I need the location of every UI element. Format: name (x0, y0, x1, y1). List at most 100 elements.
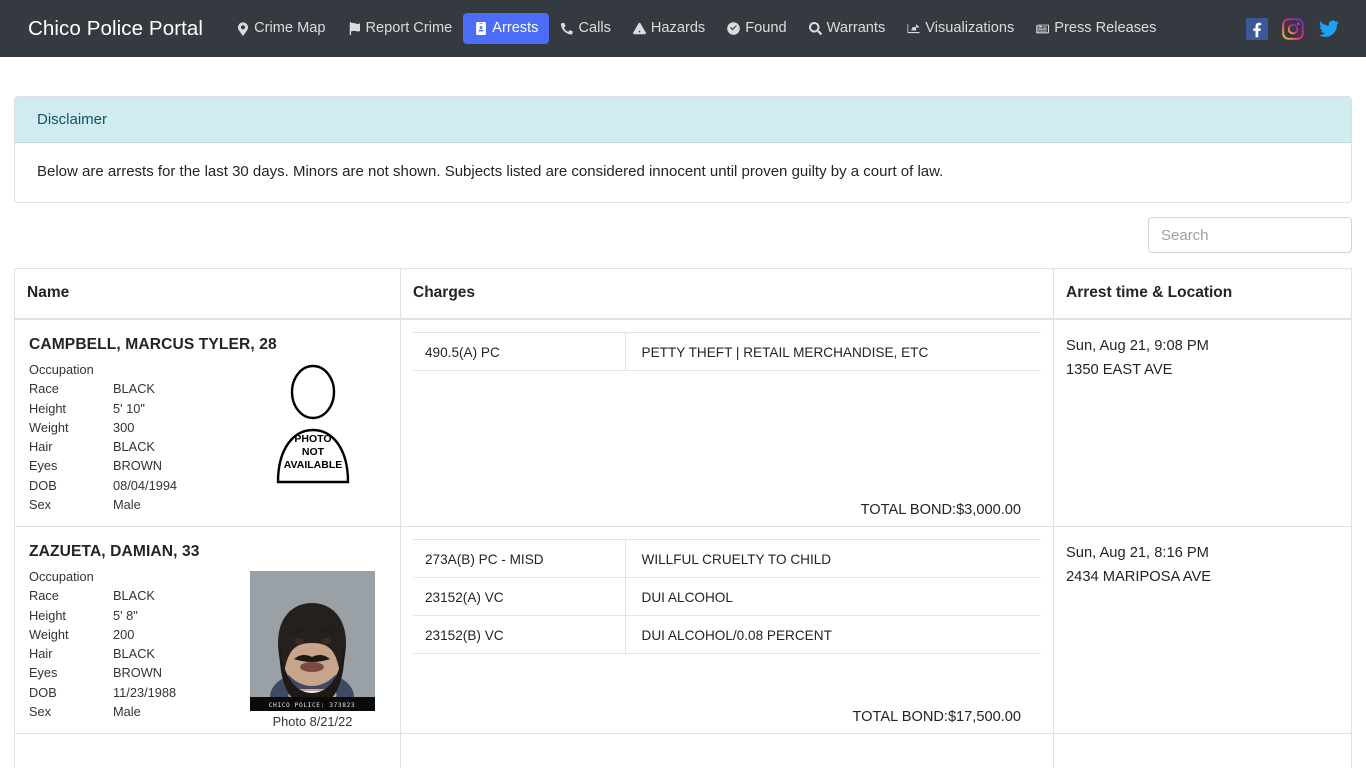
table-row: CAMPBELL, MARCUS TYLER, 28 Occupation Ra… (14, 318, 1352, 527)
charges-table: 490.5(A) PC PETTY THEFT | RETAIL MERCHAN… (413, 332, 1041, 371)
person-name[interactable]: ZAZUETA, DAMIAN, 33 (29, 543, 388, 561)
attr-label-weight: Weight (29, 419, 69, 435)
photo-not-available-placeholder: PHOTONOTAVAILABLE (276, 364, 349, 484)
attr-label-eyes: Eyes (29, 458, 58, 474)
search-icon (808, 22, 822, 36)
page-container: Disclaimer Below are arrests for the las… (0, 96, 1366, 768)
newspaper-icon (1036, 22, 1050, 36)
total-bond: TOTAL BOND:$3,000.00 (860, 502, 1021, 518)
charge-row: 490.5(A) PC PETTY THEFT | RETAIL MERCHAN… (413, 332, 1041, 371)
chart-icon (907, 22, 920, 36)
nav-label: Warrants (826, 19, 886, 36)
brand-title[interactable]: Chico Police Portal (24, 15, 207, 43)
attr-value-sex: Male (113, 497, 141, 513)
attr-label-hair: Hair (29, 439, 53, 455)
top-navbar: Chico Police Portal Crime Map Report Cri… (0, 0, 1366, 57)
facebook-icon[interactable] (1246, 17, 1268, 40)
attr-label-race: Race (29, 588, 59, 604)
instagram-icon[interactable] (1282, 17, 1304, 40)
arrest-time: Sun, Aug 21, 9:08 PM (1066, 338, 1209, 354)
column-header-arrest[interactable]: Arrest time & Location (1053, 268, 1352, 320)
nav-item-warrants[interactable]: Warrants (798, 13, 897, 45)
mugshot-photo[interactable]: CHICO POLICE: 373823 (250, 571, 375, 711)
attr-label-hair: Hair (29, 646, 53, 662)
search-input[interactable] (1148, 217, 1352, 253)
charges-table: 273A(B) PC - MISD WILLFUL CRUELTY TO CHI… (413, 539, 1041, 654)
table-header-row: Name Charges Arrest time & Location (14, 268, 1352, 320)
column-header-charges[interactable]: Charges (400, 268, 1054, 320)
total-bond: TOTAL BOND:$17,500.00 (852, 709, 1021, 725)
charge-code: 490.5(A) PC (413, 332, 626, 371)
attr-label-sex: Sex (29, 497, 52, 513)
map-pin-icon (236, 21, 249, 36)
disclaimer-card: Disclaimer Below are arrests for the las… (14, 96, 1352, 203)
social-links (1246, 17, 1350, 40)
charge-row: 23152(B) VC DUI ALCOHOL/0.08 PERCENT (413, 615, 1041, 654)
cell-arrest-info: Sun, Aug 21, 8:16 PM 2434 MARIPOSA AVE (1053, 526, 1352, 734)
nav-item-hazards[interactable]: Hazards (622, 13, 716, 45)
charge-description: PETTY THEFT | RETAIL MERCHANDISE, ETC (625, 332, 1041, 371)
attr-label-dob: DOB (29, 477, 57, 493)
nav-label: Report Crime (365, 19, 453, 36)
nav-links: Crime Map Report Crime Arrests Calls Haz (225, 12, 1246, 45)
person-name[interactable]: CAMPBELL, MARCUS TYLER, 28 (29, 336, 388, 354)
svg-text:PHOTO: PHOTO (294, 433, 331, 445)
svg-text:AVAILABLE: AVAILABLE (283, 459, 342, 471)
attr-label-weight: Weight (29, 626, 69, 642)
phone-icon (560, 22, 573, 36)
photo-caption: Photo 8/21/22 (272, 714, 353, 729)
cell-charges (400, 733, 1054, 768)
nav-label: Visualizations (925, 19, 1015, 36)
nav-item-report-crime[interactable]: Report Crime (336, 13, 463, 45)
nav-label: Arrests (492, 19, 539, 36)
charge-description: DUI ALCOHOL/0.08 PERCENT (625, 615, 1041, 654)
id-badge-icon (474, 22, 487, 36)
warning-triangle-icon (632, 22, 646, 36)
attr-label-dob: DOB (29, 684, 57, 700)
attr-label-height: Height (29, 400, 66, 416)
nav-label: Press Releases (1054, 19, 1157, 36)
disclaimer-title: Disclaimer (15, 97, 1351, 143)
cell-arrest-info: Sun, Aug 21, 9:08 PM 1350 EAST AVE (1053, 318, 1352, 527)
charge-code: 23152(A) VC (413, 577, 626, 616)
photo-box: PHOTO NOT AVAILABLE (250, 364, 375, 484)
svg-text:NOT: NOT (301, 446, 324, 458)
search-row (14, 217, 1352, 253)
cell-charges: 490.5(A) PC PETTY THEFT | RETAIL MERCHAN… (400, 318, 1054, 527)
cell-person (14, 733, 401, 768)
attr-label-occupation: Occupation (29, 362, 94, 377)
cell-person: CAMPBELL, MARCUS TYLER, 28 Occupation Ra… (14, 318, 401, 527)
photo-box: CHICO POLICE: 373823 Photo 8/21/22 (250, 571, 375, 729)
nav-item-crime-map[interactable]: Crime Map (225, 13, 336, 45)
arrest-location: 1350 EAST AVE (1066, 362, 1173, 378)
cell-person: ZAZUETA, DAMIAN, 33 Occupation Race BLAC… (14, 526, 401, 734)
charge-row: 23152(A) VC DUI ALCOHOL (413, 577, 1041, 616)
nav-label: Found (745, 19, 787, 36)
nav-label: Calls (578, 19, 611, 36)
column-header-name[interactable]: Name (14, 268, 401, 320)
person-block: ZAZUETA, DAMIAN, 33 Occupation Race BLAC… (27, 543, 388, 729)
person-block: CAMPBELL, MARCUS TYLER, 28 Occupation Ra… (27, 336, 388, 516)
nav-item-calls[interactable]: Calls (549, 13, 621, 45)
nav-item-visualizations[interactable]: Visualizations (896, 13, 1025, 45)
table-head: Name Charges Arrest time & Location (14, 268, 1352, 320)
table-row: ZAZUETA, DAMIAN, 33 Occupation Race BLAC… (14, 526, 1352, 734)
charge-description: WILLFUL CRUELTY TO CHILD (625, 539, 1041, 578)
arrests-table: Name Charges Arrest time & Location CAMP… (14, 268, 1352, 768)
cell-charges: 273A(B) PC - MISD WILLFUL CRUELTY TO CHI… (400, 526, 1054, 734)
table-body: CAMPBELL, MARCUS TYLER, 28 Occupation Ra… (14, 318, 1352, 768)
nav-item-arrests[interactable]: Arrests (463, 12, 550, 45)
attr-label-eyes: Eyes (29, 665, 58, 681)
nav-item-found[interactable]: Found (716, 13, 797, 45)
arrest-time: Sun, Aug 21, 8:16 PM (1066, 545, 1209, 561)
nav-item-press-releases[interactable]: Press Releases (1025, 13, 1167, 45)
table-row (14, 733, 1352, 768)
charge-row: 273A(B) PC - MISD WILLFUL CRUELTY TO CHI… (413, 539, 1041, 578)
arrest-location: 2434 MARIPOSA AVE (1066, 569, 1212, 585)
charge-code: 23152(B) VC (413, 615, 626, 654)
svg-text:CHICO POLICE: 373823: CHICO POLICE: 373823 (269, 702, 356, 709)
twitter-icon[interactable] (1318, 18, 1340, 40)
attr-label-sex: Sex (29, 704, 52, 720)
nav-label: Hazards (650, 19, 706, 36)
charge-code: 273A(B) PC - MISD (413, 539, 626, 578)
